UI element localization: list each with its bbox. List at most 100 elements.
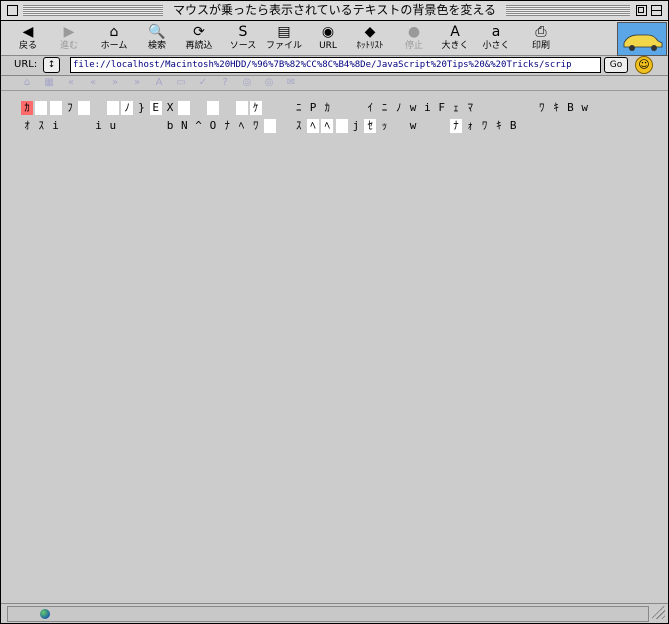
text-char[interactable] [35, 101, 48, 115]
toolbar-button-4[interactable]: ⟳ 再読込 [179, 23, 219, 53]
url-input[interactable]: file://localhost/Macintosh%20HDD/%96%7B%… [70, 57, 601, 73]
text-char[interactable]: X [164, 101, 176, 115]
subbar-icon-2[interactable]: « [64, 77, 78, 89]
text-char[interactable] [350, 101, 362, 115]
go-button[interactable]: Go [604, 57, 628, 73]
text-char[interactable]: } [135, 101, 147, 115]
text-char[interactable] [264, 119, 277, 133]
text-char[interactable]: ﾆ [293, 101, 305, 115]
text-char[interactable]: ｶ [321, 101, 333, 115]
toolbar-button-0[interactable]: ◀ 戻る [8, 23, 48, 53]
text-char[interactable]: i [421, 101, 433, 115]
text-char[interactable]: ｷ [550, 101, 562, 115]
toolbar-button-8[interactable]: ◆ ﾎｯﾄﾘｽﾄ [350, 23, 390, 53]
text-char[interactable] [278, 101, 290, 115]
text-char[interactable]: ｪ [450, 101, 462, 115]
text-char[interactable]: F [436, 101, 448, 115]
text-char[interactable]: b [164, 119, 176, 133]
browser-logo[interactable] [617, 22, 667, 56]
text-char[interactable] [135, 119, 147, 133]
title-bar[interactable]: マウスが乗ったら表示されているテキストの背景色を変える [1, 1, 668, 21]
subbar-icon-5[interactable]: » [130, 77, 144, 89]
toolbar-button-5[interactable]: S ソース [223, 23, 263, 53]
text-char[interactable] [64, 119, 76, 133]
text-char[interactable]: ﾉ [393, 101, 405, 115]
text-char[interactable]: ﾅ [221, 119, 233, 133]
text-char[interactable] [150, 119, 162, 133]
subbar-icon-12[interactable]: ✉ [284, 77, 298, 89]
text-char[interactable] [278, 119, 290, 133]
text-char[interactable]: ｫ [464, 119, 476, 133]
text-char[interactable] [336, 101, 348, 115]
text-char[interactable] [522, 101, 534, 115]
text-char[interactable] [393, 119, 405, 133]
toolbar-button-11[interactable]: a 小さく [476, 23, 516, 53]
toolbar-button-3[interactable]: 🔍 検索 [137, 23, 177, 53]
subbar-icon-7[interactable]: ▭ [174, 77, 188, 89]
text-char[interactable]: ﾍ [321, 119, 334, 133]
url-history-popup-button[interactable]: ↕ [43, 57, 60, 73]
toolbar-button-10[interactable]: A 大きく [435, 23, 475, 53]
text-char[interactable]: i [93, 119, 105, 133]
toolbar-button-12[interactable]: ⎙ 印刷 [521, 23, 561, 53]
text-char[interactable]: ﾉ [121, 101, 134, 115]
text-char[interactable] [335, 119, 348, 133]
toolbar-button-6[interactable]: ▤ ファイル [264, 23, 304, 53]
text-char[interactable] [78, 101, 91, 115]
text-char[interactable]: ｽ [35, 119, 47, 133]
subbar-icon-6[interactable]: A [152, 77, 166, 89]
text-char[interactable]: ｯ [379, 119, 391, 133]
collapse-box-button[interactable] [651, 5, 662, 16]
text-char[interactable]: E [149, 101, 162, 115]
subbar-icon-0[interactable]: ⌂ [20, 77, 34, 89]
text-char[interactable]: ﾅ [450, 119, 462, 133]
toolbar-button-2[interactable]: ⌂ ホーム [94, 23, 134, 53]
text-char[interactable]: N [178, 119, 190, 133]
text-char[interactable]: ﾏ [464, 101, 476, 115]
text-char[interactable] [421, 119, 433, 133]
subbar-icon-8[interactable]: ✓ [196, 77, 210, 89]
text-char[interactable]: B [507, 119, 519, 133]
text-char[interactable] [206, 101, 219, 115]
text-char[interactable] [93, 101, 105, 115]
text-char[interactable] [49, 101, 62, 115]
text-char[interactable] [121, 119, 133, 133]
subbar-icon-1[interactable]: ▦ [42, 77, 56, 89]
subbar-icon-4[interactable]: » [108, 77, 122, 89]
text-char[interactable]: B [564, 101, 576, 115]
text-char[interactable] [479, 101, 491, 115]
text-char[interactable]: ﾍ [236, 119, 248, 133]
text-char[interactable]: ｹ [249, 101, 262, 115]
text-char[interactable]: ﾌ [64, 101, 76, 115]
text-char[interactable]: ﾜ [536, 101, 548, 115]
text-char[interactable]: ﾜ [250, 119, 262, 133]
text-char[interactable]: ｽ [293, 119, 305, 133]
text-char[interactable] [264, 101, 276, 115]
text-char[interactable]: P [307, 101, 319, 115]
text-char[interactable]: j [350, 119, 362, 133]
text-char[interactable]: ｲ [364, 101, 376, 115]
subbar-icon-3[interactable]: « [86, 77, 100, 89]
text-char[interactable] [78, 119, 90, 133]
subbar-icon-9[interactable]: ? [218, 77, 232, 89]
subbar-icon-10[interactable]: ◎ [240, 77, 254, 89]
text-char[interactable] [436, 119, 448, 133]
text-char[interactable]: ^ [193, 119, 205, 133]
text-char[interactable]: ﾍ [307, 119, 319, 133]
text-char[interactable]: O [207, 119, 219, 133]
text-char[interactable]: ﾆ [379, 101, 391, 115]
text-char[interactable] [178, 101, 191, 115]
text-char[interactable]: w [407, 101, 419, 115]
text-char[interactable]: ｵ [21, 119, 33, 133]
text-char[interactable] [221, 101, 233, 115]
text-char[interactable]: ｾ [364, 119, 377, 133]
text-char[interactable] [106, 101, 119, 115]
smiley-icon[interactable]: ☺ [635, 56, 653, 74]
text-char[interactable]: u [107, 119, 119, 133]
text-char[interactable] [493, 101, 505, 115]
text-char[interactable]: ｷ [493, 119, 505, 133]
toolbar-button-7[interactable]: ◉ URL [308, 23, 348, 53]
text-char[interactable]: i [50, 119, 62, 133]
subbar-icon-11[interactable]: ◎ [262, 77, 276, 89]
text-char[interactable]: w [407, 119, 419, 133]
